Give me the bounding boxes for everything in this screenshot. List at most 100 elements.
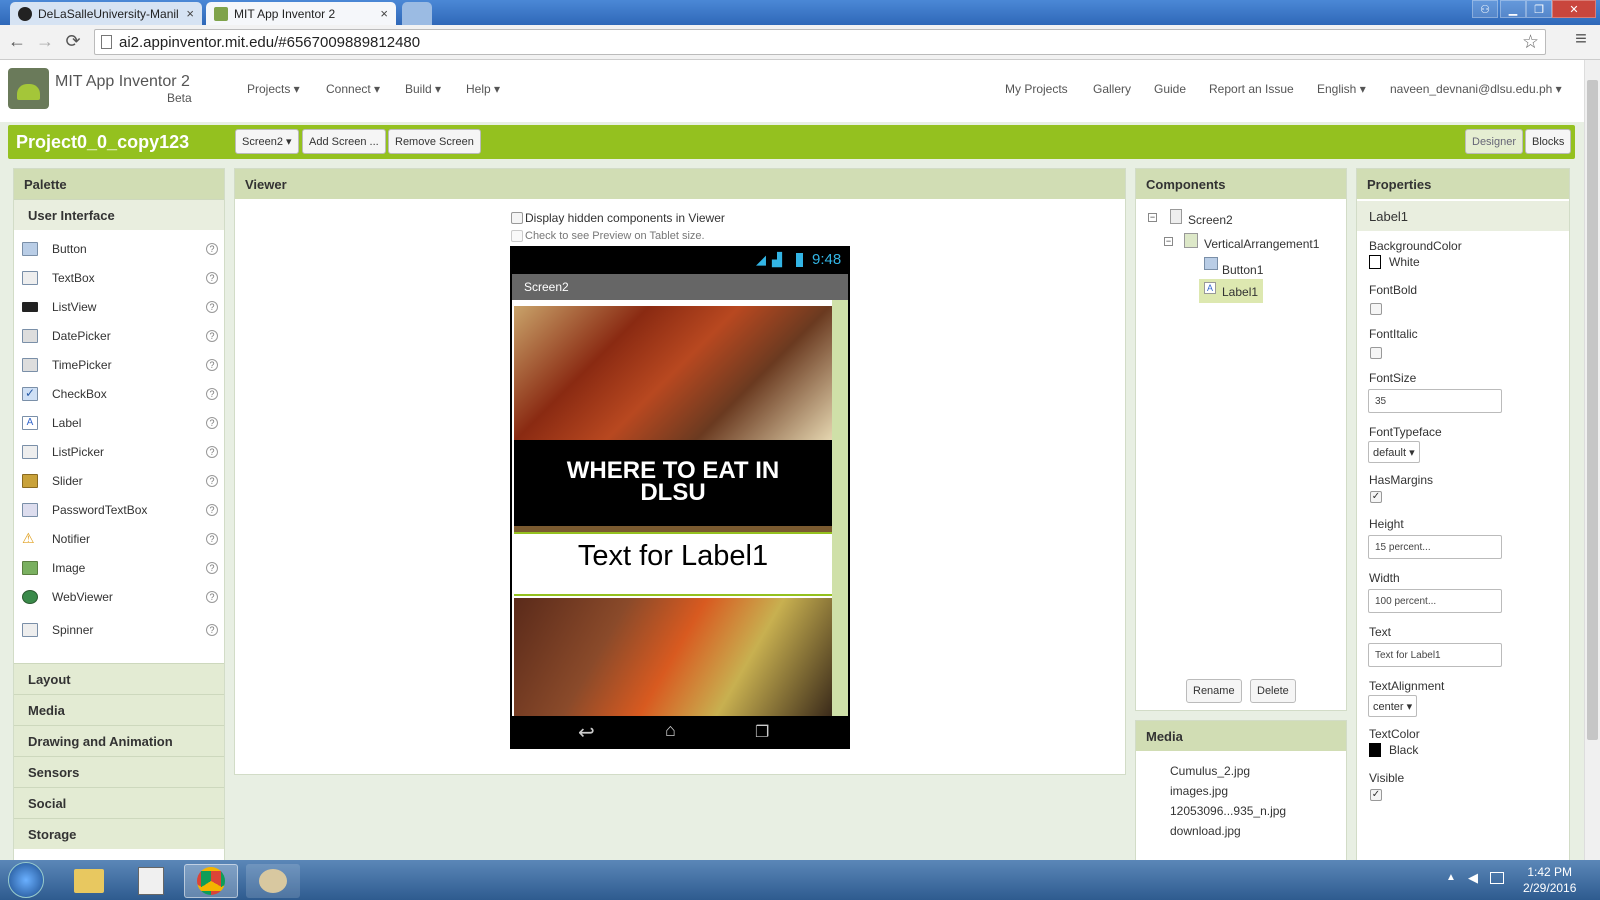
help-icon[interactable]: ? [206, 416, 218, 429]
new-tab-button[interactable] [402, 2, 432, 25]
app-inventor-logo[interactable] [8, 68, 49, 109]
help-icon[interactable]: ? [206, 590, 218, 603]
rename-button[interactable]: Rename [1186, 679, 1242, 703]
taskbar-clock[interactable]: 1:42 PM 2/29/2016 [1523, 864, 1576, 896]
help-icon[interactable]: ? [206, 623, 218, 636]
prop-textalignment-dropdown[interactable]: center ▾ [1368, 695, 1418, 717]
network-icon[interactable] [1490, 872, 1504, 884]
palette-item-label[interactable]: A Label? [14, 408, 224, 437]
remove-screen-button[interactable]: Remove Screen [388, 129, 481, 154]
prop-textcolor-picker[interactable]: Black [1369, 743, 1418, 757]
user-icon[interactable]: ⚇ [1472, 0, 1498, 18]
help-icon[interactable]: ? [206, 532, 218, 545]
menu-language[interactable]: English ▾ [1317, 82, 1366, 96]
help-icon[interactable]: ? [206, 300, 218, 313]
palette-item-checkbox[interactable]: ✓ CheckBox? [14, 379, 224, 408]
palette-item-button[interactable]: Button? [14, 234, 224, 263]
hidden-components-checkbox[interactable] [511, 212, 523, 224]
banner-button[interactable]: WHERE TO EAT IN DLSU [514, 440, 832, 526]
help-icon[interactable]: ? [206, 561, 218, 574]
palette-item-listview[interactable]: ListView? [14, 292, 224, 321]
media-file[interactable]: download.jpg [1170, 821, 1286, 841]
close-tab-icon[interactable]: × [374, 6, 388, 21]
menu-connect[interactable]: Connect ▾ [326, 82, 380, 96]
palette-item-datepicker[interactable]: DatePicker? [14, 321, 224, 350]
forward-icon[interactable]: → [34, 31, 56, 52]
restore-icon[interactable]: ❐ [1526, 0, 1552, 18]
category-media[interactable]: Media [14, 694, 224, 725]
blocks-button[interactable]: Blocks [1525, 129, 1572, 154]
help-icon[interactable]: ? [206, 242, 218, 255]
component-tree-label1[interactable]: A Label1 [1199, 279, 1263, 303]
menu-projects[interactable]: Projects ▾ [247, 82, 300, 96]
help-icon[interactable]: ? [206, 503, 218, 516]
palette-item-notifier[interactable]: ⚠ Notifier? [14, 524, 224, 553]
collapse-icon[interactable]: − [1164, 237, 1173, 246]
scrollbar-thumb[interactable] [1587, 80, 1598, 740]
volume-icon[interactable]: ◀ [1468, 870, 1478, 886]
prop-width-input[interactable]: 100 percent... [1368, 589, 1502, 613]
prop-text-input[interactable]: Text for Label1 [1368, 643, 1502, 667]
screen-select-dropdown[interactable]: Screen2 ▾ [235, 129, 299, 154]
close-window-icon[interactable]: ✕ [1552, 0, 1596, 18]
page-scrollbar[interactable] [1584, 60, 1600, 860]
menu-help[interactable]: Help ▾ [466, 82, 500, 96]
help-icon[interactable]: ? [206, 329, 218, 342]
taskbar-chrome[interactable] [184, 864, 238, 898]
palette-item-timepicker[interactable]: TimePicker? [14, 350, 224, 379]
palette-item-listpicker[interactable]: ListPicker? [14, 437, 224, 466]
category-user-interface[interactable]: User Interface [14, 199, 224, 230]
media-file[interactable]: images.jpg [1170, 781, 1286, 801]
category-social[interactable]: Social [14, 787, 224, 818]
prop-fontitalic-checkbox[interactable] [1370, 347, 1382, 359]
taskbar-paint[interactable] [246, 864, 300, 898]
designer-button[interactable]: Designer [1465, 129, 1524, 154]
category-storage[interactable]: Storage [14, 818, 224, 849]
prop-backgroundcolor-picker[interactable]: White [1369, 255, 1420, 269]
palette-item-spinner[interactable]: Spinner? [14, 615, 224, 644]
tablet-preview-checkbox[interactable] [511, 230, 523, 242]
help-icon[interactable]: ? [206, 474, 218, 487]
tablet-preview-option[interactable]: Check to see Preview on Tablet size. [511, 230, 705, 242]
bookmark-star-icon[interactable]: ☆ [1522, 31, 1539, 54]
category-sensors[interactable]: Sensors [14, 756, 224, 787]
link-report-issue[interactable]: Report an Issue [1209, 82, 1294, 96]
prop-visible-checkbox[interactable]: ✓ [1370, 789, 1382, 801]
category-layout[interactable]: Layout [14, 663, 224, 694]
menu-build[interactable]: Build ▾ [405, 82, 441, 96]
media-file[interactable]: Cumulus_2.jpg [1170, 761, 1286, 781]
help-icon[interactable]: ? [206, 445, 218, 458]
help-icon[interactable]: ? [206, 387, 218, 400]
taskbar-explorer[interactable] [62, 864, 116, 898]
palette-item-textbox[interactable]: TextBox? [14, 263, 224, 292]
address-bar[interactable]: ai2.appinventor.mit.edu/#656700988981248… [94, 29, 1546, 55]
link-my-projects[interactable]: My Projects [1005, 82, 1068, 96]
link-gallery[interactable]: Gallery [1093, 82, 1131, 96]
palette-item-slider[interactable]: Slider? [14, 466, 224, 495]
palette-item-image[interactable]: Image? [14, 553, 224, 582]
palette-item-webviewer[interactable]: WebViewer? [14, 582, 224, 611]
browser-menu-icon[interactable]: ≡ [1570, 28, 1592, 51]
back-icon[interactable]: ← [6, 31, 28, 52]
add-screen-button[interactable]: Add Screen ... [302, 129, 386, 154]
minimize-icon[interactable]: ▁ [1500, 0, 1526, 18]
link-guide[interactable]: Guide [1154, 82, 1186, 96]
media-file[interactable]: 12053096...935_n.jpg [1170, 801, 1286, 821]
tab-app-inventor[interactable]: MIT App Inventor 2 × [206, 2, 396, 25]
reload-icon[interactable]: ⟳ [62, 31, 84, 52]
palette-item-passwordtextbox[interactable]: PasswordTextBox? [14, 495, 224, 524]
help-icon[interactable]: ? [206, 271, 218, 284]
help-icon[interactable]: ? [206, 358, 218, 371]
category-drawing-animation[interactable]: Drawing and Animation [14, 725, 224, 756]
prop-fonttypeface-dropdown[interactable]: default ▾ [1368, 441, 1420, 463]
prop-fontsize-input[interactable]: 35 [1368, 389, 1502, 413]
tab-github[interactable]: DeLaSalleUniversity-Manil × [10, 2, 202, 25]
delete-button[interactable]: Delete [1250, 679, 1296, 703]
label1-preview[interactable]: Text for Label1 [514, 532, 832, 596]
start-button[interactable] [8, 862, 44, 898]
show-hidden-icons[interactable]: ▲ [1446, 872, 1456, 883]
collapse-icon[interactable]: − [1148, 213, 1157, 222]
taskbar-app[interactable] [124, 864, 178, 898]
close-tab-icon[interactable]: × [180, 6, 194, 21]
menu-account[interactable]: naveen_devnani@dlsu.edu.ph ▾ [1390, 82, 1562, 96]
